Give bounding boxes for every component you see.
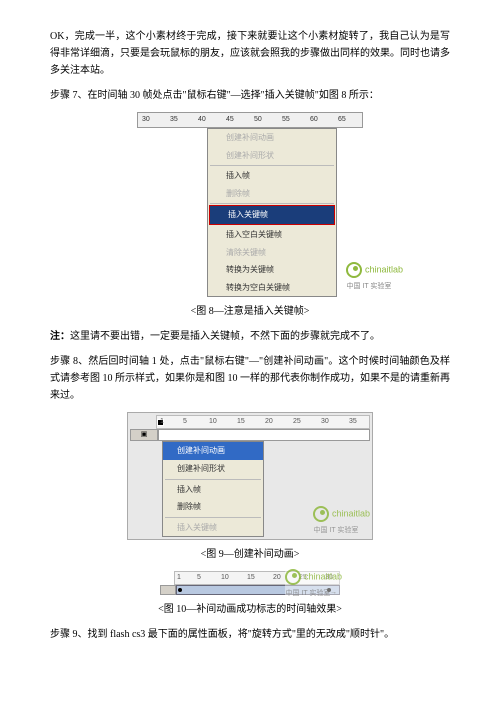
- context-menu: 创建补间动画 创建补间形状 插入帧 删除帧 插入关键帧: [162, 441, 264, 537]
- menu-item-insert-keyframe[interactable]: 插入关键帧: [163, 519, 263, 537]
- menu-item-tween-motion[interactable]: 创建补间动画: [208, 129, 336, 147]
- watermark-logo: chinaitlab中国 IT 实验室: [313, 506, 370, 537]
- layer-label: ▣: [130, 429, 158, 441]
- menu-item-insert-blank-keyframe[interactable]: 插入空白关键帧: [208, 226, 336, 244]
- paragraph-step9: 步骤 9、找到 flash cs3 最下面的属性面板，将"旋转方式"里的无改成"…: [50, 626, 450, 643]
- menu-item-insert-frame[interactable]: 插入帧: [208, 167, 336, 185]
- menu-item-delete-frame[interactable]: 删除帧: [208, 185, 336, 203]
- separator: [165, 479, 261, 480]
- context-menu: 创建补间动画 创建补间形状 插入帧 删除帧 插入关键帧 插入空白关键帧 清除关键…: [207, 128, 337, 297]
- paragraph-step7: 步骤 7、在时间轴 30 帧处点击"鼠标右键"—选择"插入关键帧"如图 8 所示…: [50, 87, 450, 104]
- caption-fig10: <图 10—补间动画成功标志的时间轴效果>: [50, 601, 450, 618]
- paragraph-step8: 步骤 8、然后回时间轴 1 处，点击"鼠标右键"—"创建补间动画"。这个时候时间…: [50, 353, 450, 404]
- paragraph-intro: OK，完成一半，这个小素材终于完成，接下来就要让这个小素材旋转了，我自己认为是写…: [50, 28, 450, 79]
- menu-item-tween-shape[interactable]: 创建补间形状: [163, 460, 263, 478]
- timeline-layer: ▣: [130, 429, 370, 441]
- menu-item-insert-keyframe[interactable]: 插入关键帧: [210, 206, 334, 224]
- menu-item-insert-frame[interactable]: 插入帧: [163, 481, 263, 499]
- watermark-logo: chinaitlab中国 IT 实验室: [285, 569, 342, 600]
- highlight-box: 插入关键帧: [209, 205, 335, 225]
- menu-item-convert-keyframe[interactable]: 转换为关键帧: [208, 261, 336, 279]
- menu-item-clear-keyframe[interactable]: 清除关键帧: [208, 244, 336, 262]
- logo-icon: [285, 569, 301, 585]
- document-page: OK，完成一半，这个小素材终于完成，接下来就要让这个小素材旋转了，我自己认为是写…: [0, 0, 500, 707]
- note-label: 注：: [50, 331, 70, 342]
- timeline-ruler: 15101520253035: [156, 415, 370, 429]
- caption-fig9: <图 9—创建补间动画>: [50, 546, 450, 563]
- menu-item-convert-blank-keyframe[interactable]: 转换为空白关键帧: [208, 279, 336, 297]
- separator: [210, 203, 334, 204]
- logo-icon: [313, 506, 329, 522]
- paragraph-note: 注：这里请不要出错，一定要是插入关键帧，不然下面的步骤就完成不了。: [50, 328, 450, 345]
- caption-fig8: <图 8—注意是插入关键帧>: [50, 303, 450, 320]
- separator: [210, 165, 334, 166]
- keyframe-icon: [178, 588, 182, 592]
- logo-icon: [346, 262, 362, 278]
- figure-8: 3035404550556065 创建补间动画 创建补间形状 插入帧 删除帧 插…: [50, 112, 450, 297]
- figure-9: 15101520253035 ▣ 创建补间动画 创建补间形状 插入帧 删除帧 插…: [50, 412, 450, 540]
- figure-10: 151015202530 → chinaitlab中国 IT 实验室: [50, 571, 450, 595]
- separator: [165, 517, 261, 518]
- watermark-logo: chinaitlab中国 IT 实验室: [346, 262, 403, 293]
- menu-item-tween-motion[interactable]: 创建补间动画: [163, 442, 263, 460]
- timeline-ruler: 3035404550556065: [137, 112, 363, 128]
- menu-item-delete-frame[interactable]: 删除帧: [163, 498, 263, 516]
- menu-item-tween-shape[interactable]: 创建补间形状: [208, 147, 336, 165]
